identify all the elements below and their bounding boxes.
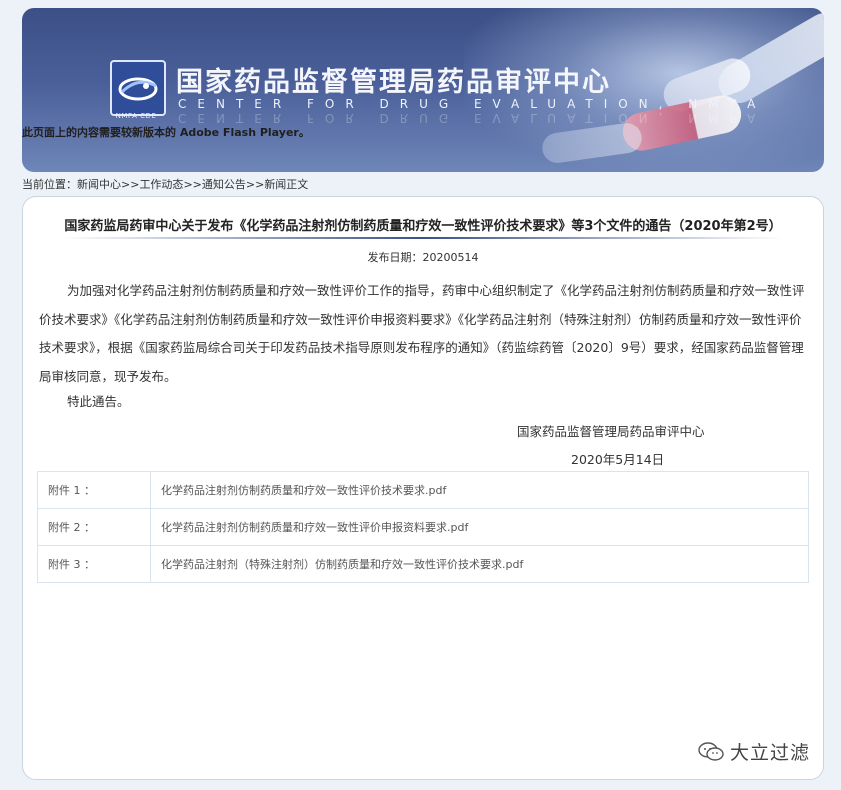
article-closing: 特此通告。 xyxy=(67,394,130,409)
watermark-text: 大立过滤 xyxy=(730,742,811,764)
attachment-link[interactable]: 化学药品注射剂仿制药质量和疗效一致性评价技术要求.pdf xyxy=(150,471,809,509)
breadcrumb-separator: >> xyxy=(183,178,202,191)
attachment-link[interactable]: 化学药品注射剂（特殊注射剂）仿制药质量和疗效一致性评价技术要求.pdf xyxy=(150,545,809,583)
article-signer: 国家药品监督管理局药品审评中心 xyxy=(517,424,705,439)
title-divider xyxy=(63,237,783,239)
breadcrumb-item-work-news[interactable]: 工作动态 xyxy=(139,178,183,191)
breadcrumb: 当前位置：新闻中心>>工作动态>>通知公告>>新闻正文 xyxy=(22,176,308,192)
breadcrumb-item-news-center[interactable]: 新闻中心 xyxy=(77,178,121,191)
logo-caption: NMPA CDE xyxy=(115,112,157,120)
article-title: 国家药监局药审中心关于发布《化学药品注射剂仿制药质量和疗效一致性评价技术要求》等… xyxy=(64,219,782,234)
site-title: 国家药品监督管理局药品审评中心 xyxy=(176,67,611,98)
attachment-label: 附件 2 ： xyxy=(37,508,151,546)
attachments-table: 附件 1 ： 化学药品注射剂仿制药质量和疗效一致性评价技术要求.pdf 附件 2… xyxy=(37,471,809,583)
publish-date: 发布日期：20200514 xyxy=(23,249,823,265)
site-banner: NMPA CDE 国家药品监督管理局药品审评中心 CENTER FOR DRUG… xyxy=(22,8,824,172)
attachment-link[interactable]: 化学药品注射剂仿制药质量和疗效一致性评价申报资料要求.pdf xyxy=(150,508,809,546)
nmpa-logo[interactable]: NMPA CDE xyxy=(110,60,166,122)
breadcrumb-item-notices[interactable]: 通知公告 xyxy=(202,178,246,191)
logo-emblem-icon xyxy=(110,60,166,116)
site-subtitle-reflection: CENTER FOR DRUG EVALUATION, NMPA xyxy=(178,111,767,125)
table-row: 附件 2 ： 化学药品注射剂仿制药质量和疗效一致性评价申报资料要求.pdf xyxy=(37,508,809,546)
breadcrumb-separator: >> xyxy=(245,178,265,191)
article-body: 为加强对化学药品注射剂仿制药质量和疗效一致性评价工作的指导，药审中心组织制定了《… xyxy=(39,283,805,384)
flash-player-notice: 此页面上的内容需要较新版本的 Adobe Flash Player。 xyxy=(22,126,310,139)
site-subtitle: CENTER FOR DRUG EVALUATION, NMPA xyxy=(178,97,767,111)
table-row: 附件 3 ： 化学药品注射剂（特殊注射剂）仿制药质量和疗效一致性评价技术要求.p… xyxy=(37,545,809,583)
breadcrumb-item-current: 新闻正文 xyxy=(264,178,309,191)
wechat-icon xyxy=(698,741,724,761)
publish-date-value: 20200514 xyxy=(422,251,479,264)
article-sign-date: 2020年5月14日 xyxy=(571,452,665,467)
attachment-label: 附件 1 ： xyxy=(37,471,151,509)
publish-date-label: 发布日期： xyxy=(367,251,423,264)
attachment-label: 附件 3 ： xyxy=(37,545,151,583)
table-row: 附件 1 ： 化学药品注射剂仿制药质量和疗效一致性评价技术要求.pdf xyxy=(37,471,809,509)
article-panel: 国家药监局药审中心关于发布《化学药品注射剂仿制药质量和疗效一致性评价技术要求》等… xyxy=(22,196,824,780)
breadcrumb-prefix: 当前位置： xyxy=(22,178,77,191)
watermark: 大立过滤 xyxy=(698,738,810,765)
breadcrumb-separator: >> xyxy=(121,178,140,191)
